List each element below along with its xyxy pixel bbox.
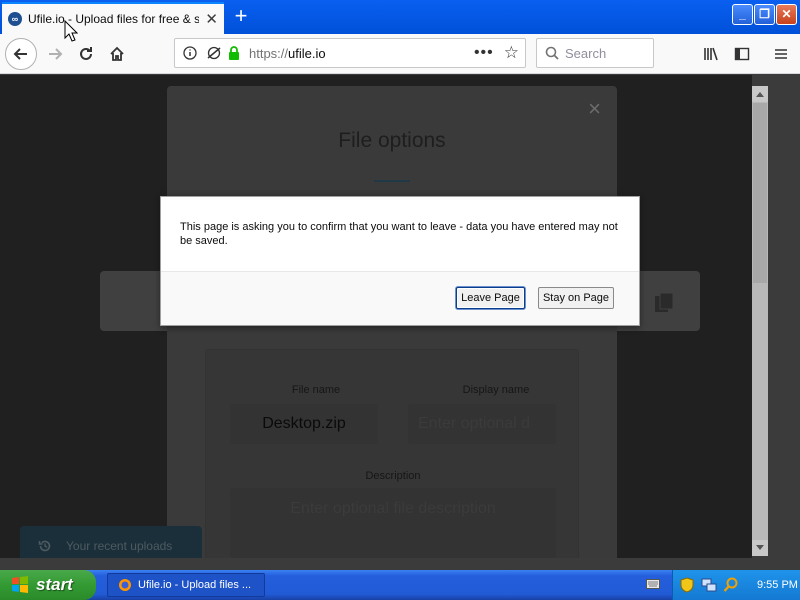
search-bar[interactable]: Search (536, 38, 654, 68)
hamburger-menu-icon (775, 49, 787, 59)
library-icon (704, 47, 718, 61)
security-shield-icon[interactable] (679, 577, 695, 593)
home-icon (110, 46, 124, 61)
dialog-message: This page is asking you to confirm that … (180, 221, 618, 247)
tab-strip: ∞ Ufile.io - Upload files for free & sha… (0, 0, 800, 34)
window-minimize-button[interactable]: _ (732, 4, 753, 25)
taskbar-window-label: Ufile.io - Upload files ... (138, 579, 252, 591)
modal-close-icon[interactable]: × (588, 98, 601, 120)
home-button[interactable] (102, 39, 132, 69)
network-icon[interactable] (701, 577, 717, 593)
url-text: https://ufile.io (249, 45, 326, 61)
navigation-toolbar: https://ufile.io ••• ☆ Search (0, 34, 800, 74)
scroll-thumb[interactable] (753, 103, 767, 283)
firefox-icon (119, 579, 131, 591)
search-placeholder: Search (565, 45, 607, 61)
display-name-input[interactable]: Enter optional d (408, 404, 556, 444)
taskbar-window-item[interactable]: Ufile.io - Upload files ... (107, 573, 265, 597)
file-options-form: File name Display name Desktop.zip Enter… (205, 349, 579, 558)
leave-page-dialog: This page is asking you to confirm that … (160, 196, 640, 326)
search-tray-icon[interactable] (723, 577, 739, 593)
menu-button[interactable] (766, 39, 796, 69)
recent-uploads-label: Your recent uploads (66, 539, 173, 553)
forward-button[interactable] (40, 39, 70, 69)
window-close-button[interactable]: ✕ (776, 4, 797, 25)
windows-taskbar: start Ufile.io - Upload files ... 9:55 P… (0, 570, 800, 600)
new-tab-button[interactable]: + (229, 5, 253, 29)
recent-uploads-button[interactable]: Your recent uploads (20, 526, 202, 558)
browser-tab[interactable]: ∞ Ufile.io - Upload files for free & sha… (2, 2, 224, 34)
display-name-label: Display name (462, 384, 530, 396)
library-button[interactable] (696, 39, 726, 69)
dialog-footer: Leave Page Stay on Page (161, 271, 639, 325)
scroll-down-arrow-icon[interactable] (752, 540, 768, 556)
tab-title: Ufile.io - Upload files for free & share (28, 12, 200, 26)
taskbar-clock: 9:55 PM (757, 579, 798, 591)
leave-page-button[interactable]: Leave Page (456, 287, 525, 309)
file-name-field[interactable]: Desktop.zip (230, 404, 378, 444)
scroll-up-arrow-icon[interactable] (752, 86, 768, 102)
sidebar-icon (734, 47, 750, 61)
windows-logo-icon (12, 576, 28, 593)
description-input[interactable]: Enter optional file description (230, 488, 556, 558)
file-name-label: File name (291, 384, 341, 396)
lock-icon[interactable] (225, 44, 243, 62)
tracking-protection-icon[interactable] (205, 44, 223, 62)
description-label: Description (365, 470, 421, 482)
reload-icon (80, 47, 92, 60)
mouse-cursor-icon (64, 20, 78, 42)
modal-title: File options (338, 129, 446, 152)
bookmark-star-icon[interactable]: ☆ (504, 43, 519, 63)
window-maximize-button[interactable]: ❐ (754, 4, 775, 25)
sidebar-button[interactable] (727, 39, 757, 69)
forward-arrow-icon (49, 48, 63, 60)
start-label: start (36, 575, 73, 594)
history-icon (38, 540, 51, 552)
info-icon[interactable] (181, 44, 199, 62)
back-arrow-icon (13, 48, 27, 60)
page-scrollbar[interactable] (752, 86, 768, 556)
tab-close-icon[interactable]: ✕ (205, 12, 218, 27)
stay-on-page-button[interactable]: Stay on Page (538, 287, 614, 309)
search-icon (545, 46, 559, 60)
back-button[interactable] (5, 38, 37, 70)
url-bar[interactable]: https://ufile.io ••• ☆ (174, 38, 526, 68)
page-actions-icon[interactable]: ••• (474, 44, 494, 62)
keyboard-icon[interactable] (646, 578, 660, 590)
start-button[interactable]: start (0, 570, 96, 600)
title-underline (374, 180, 410, 182)
system-tray: 9:55 PM (672, 570, 800, 600)
ufile-favicon-icon: ∞ (8, 12, 22, 26)
reload-button[interactable] (71, 39, 101, 69)
copy-icon (655, 292, 674, 312)
